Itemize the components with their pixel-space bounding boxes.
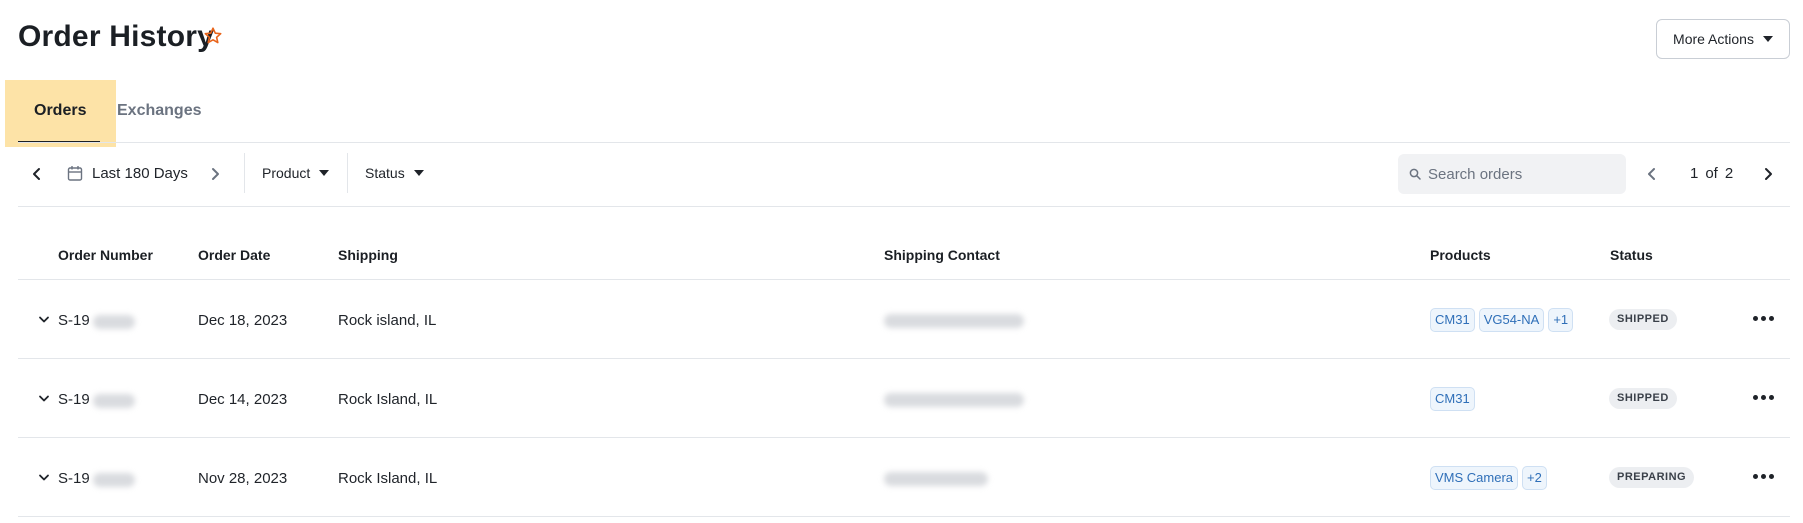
toolbar-divider <box>18 206 1790 207</box>
column-header-status[interactable]: Status <box>1610 247 1653 263</box>
tab-exchanges[interactable]: Exchanges <box>117 102 201 120</box>
row-actions-icon[interactable] <box>1753 395 1774 400</box>
chevron-right-icon[interactable] <box>209 167 221 181</box>
more-products-chip[interactable]: +2 <box>1522 466 1547 490</box>
product-chips: CM31 <box>1430 387 1475 411</box>
column-header-shipping-contact[interactable]: Shipping Contact <box>884 247 1000 263</box>
more-actions-button[interactable]: More Actions <box>1656 19 1790 59</box>
product-filter-label: Product <box>262 165 311 181</box>
more-products-chip[interactable]: +1 <box>1548 308 1574 332</box>
toolbar-separator <box>347 153 348 193</box>
table-row[interactable]: S-19 Dec 14, 2023 Rock Island, IL CM31 S… <box>18 358 1790 437</box>
product-chip[interactable]: CM31 <box>1430 308 1475 332</box>
expand-row-icon[interactable] <box>38 315 50 325</box>
shipping-location: Rock Island, IL <box>338 470 438 487</box>
status-badge: SHIPPED <box>1609 388 1677 409</box>
expand-row-icon[interactable] <box>38 473 50 483</box>
table-row[interactable]: S-19 Nov 28, 2023 Rock Island, IL VMS Ca… <box>18 437 1790 516</box>
product-filter-dropdown[interactable]: Product <box>262 165 330 181</box>
order-number[interactable]: S-19 <box>58 312 90 329</box>
table-row[interactable]: S-19 Dec 18, 2023 Rock island, IL CM31 V… <box>18 279 1790 358</box>
search-icon <box>1409 168 1421 180</box>
column-header-order-number[interactable]: Order Number <box>58 247 153 263</box>
pagination-of: of <box>1705 165 1718 182</box>
chevron-down-icon <box>413 170 424 176</box>
order-date: Nov 28, 2023 <box>198 470 288 487</box>
pagination-indicator: 1 of 2 <box>1690 165 1733 182</box>
calendar-icon <box>67 166 83 181</box>
redacted-order-number <box>93 315 135 329</box>
product-chip[interactable]: CM31 <box>1430 387 1475 411</box>
order-number[interactable]: S-19 <box>58 391 90 408</box>
search-box[interactable] <box>1398 154 1626 194</box>
chevron-down-icon <box>319 170 330 176</box>
redacted-shipping-contact <box>884 472 988 486</box>
next-page-icon[interactable] <box>1762 167 1774 181</box>
favorite-star-icon[interactable] <box>203 26 223 46</box>
expand-row-icon[interactable] <box>38 394 50 404</box>
table-bottom-divider <box>18 516 1790 517</box>
total-pages: 2 <box>1724 165 1734 182</box>
chevron-left-icon[interactable] <box>31 167 43 181</box>
tabs-divider <box>18 142 1790 143</box>
row-actions-icon[interactable] <box>1753 474 1774 479</box>
redacted-shipping-contact <box>884 393 1024 407</box>
status-badge: PREPARING <box>1609 467 1695 488</box>
redacted-order-number <box>93 473 135 487</box>
shipping-location: Rock island, IL <box>338 312 437 329</box>
more-actions-label: More Actions <box>1673 31 1754 47</box>
product-chips: CM31 VG54-NA +1 <box>1430 308 1574 332</box>
product-chips: VMS Camera +2 <box>1430 466 1547 490</box>
status-badge: SHIPPED <box>1609 309 1677 330</box>
page-title: Order History <box>18 20 214 53</box>
column-header-products[interactable]: Products <box>1430 247 1491 263</box>
row-actions-icon[interactable] <box>1753 316 1774 321</box>
chevron-down-icon <box>1762 36 1773 42</box>
status-filter-label: Status <box>365 165 405 181</box>
previous-page-icon[interactable] <box>1646 167 1658 181</box>
order-number[interactable]: S-19 <box>58 470 90 487</box>
redacted-shipping-contact <box>884 314 1024 328</box>
redacted-order-number <box>93 394 135 408</box>
product-chip[interactable]: VG54-NA <box>1478 308 1545 332</box>
column-header-order-date[interactable]: Order Date <box>198 247 270 263</box>
column-header-shipping[interactable]: Shipping <box>338 247 398 263</box>
shipping-location: Rock Island, IL <box>338 391 438 408</box>
product-chip[interactable]: VMS Camera <box>1430 466 1519 490</box>
date-range-label[interactable]: Last 180 Days <box>92 165 188 182</box>
order-date: Dec 14, 2023 <box>198 391 288 408</box>
order-date: Dec 18, 2023 <box>198 312 288 329</box>
tab-orders[interactable]: Orders <box>34 102 86 120</box>
current-page: 1 <box>1690 165 1699 182</box>
search-input[interactable] <box>1428 154 1618 194</box>
status-filter-dropdown[interactable]: Status <box>365 165 424 181</box>
toolbar-separator <box>244 153 245 193</box>
